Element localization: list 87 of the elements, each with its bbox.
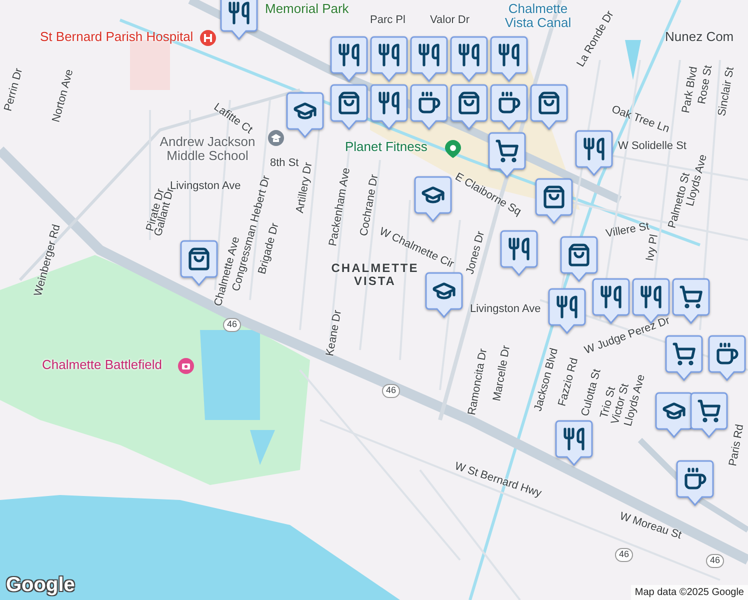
fork-knife-icon — [582, 137, 606, 161]
coffee-cup-icon — [715, 342, 739, 366]
school-icon — [268, 130, 284, 146]
pond — [250, 430, 275, 465]
street-label: Keane Dr — [324, 309, 344, 358]
restaurant-pin[interactable] — [548, 288, 586, 334]
shopping-cart-icon — [495, 139, 519, 163]
fork-knife-icon — [599, 285, 623, 309]
restaurant-pin[interactable] — [330, 36, 368, 82]
shopping-cart-icon — [672, 342, 696, 366]
restaurant-pin[interactable] — [500, 230, 538, 276]
school-pin[interactable] — [286, 92, 324, 138]
cup-pin[interactable] — [676, 460, 714, 506]
street-label: Oak Tree Ln — [610, 103, 671, 136]
street-label: Livingston Ave — [470, 303, 541, 316]
bag-pin[interactable] — [330, 84, 368, 130]
street-label: Sinclair St — [716, 66, 737, 118]
shopping-bag-icon — [567, 243, 591, 267]
place-label: CHALMETTE VISTA — [330, 262, 420, 288]
shopping-bag-icon — [187, 247, 211, 271]
shopping-bag-icon — [537, 91, 561, 115]
bag-pin[interactable] — [535, 178, 573, 224]
fork-knife-icon — [457, 43, 481, 67]
shopping-bag-icon — [337, 91, 361, 115]
fork-knife-icon — [337, 43, 361, 67]
fork-knife-icon — [377, 43, 401, 67]
fork-knife-icon — [417, 43, 441, 67]
shopping-bag-icon — [457, 91, 481, 115]
street-label: Norton Ave — [50, 68, 76, 124]
school-pin[interactable] — [655, 392, 693, 438]
street-label: W Solidelle St — [618, 140, 686, 152]
street-label: Packenham Ave — [327, 166, 353, 248]
bag-pin[interactable] — [560, 236, 598, 282]
camera-icon — [178, 358, 194, 374]
street-label: Brigade Dr — [256, 222, 282, 276]
place-label: Chalmette Battlefield — [42, 358, 162, 372]
restaurant-pin[interactable] — [575, 130, 613, 176]
restaurant-pin[interactable] — [220, 0, 258, 40]
street-label: Parc Pl — [370, 14, 406, 26]
cart-pin[interactable] — [672, 278, 710, 324]
street-label: Cochrane Dr — [358, 174, 381, 238]
street-label: Valor Dr — [430, 14, 470, 26]
bag-pin[interactable] — [530, 84, 568, 130]
school-pin[interactable] — [425, 272, 463, 318]
shopping-cart-icon — [697, 399, 721, 423]
place-label: St Bernard Parish Hospital — [40, 30, 194, 44]
street-label: W Moreau St — [618, 510, 683, 542]
coffee-cup-icon — [417, 91, 441, 115]
cart-pin[interactable] — [690, 392, 728, 438]
street-label: Jones Dr — [464, 230, 488, 276]
route-shield: 46 — [615, 548, 634, 562]
place-label: Nunez Com — [665, 30, 734, 44]
route-shield: 46 — [382, 384, 400, 398]
map-logo: Google — [6, 574, 75, 597]
street-label: 8th St — [270, 157, 299, 170]
street-label: Rose St — [696, 64, 715, 106]
fork-knife-icon — [562, 427, 586, 451]
restaurant-pin[interactable] — [592, 278, 630, 324]
route-shield: 46 — [706, 554, 724, 568]
fork-knife-icon — [497, 43, 521, 67]
school-pin[interactable] — [414, 176, 452, 222]
street-label: Perrin Dr — [2, 66, 26, 113]
restaurant-pin[interactable] — [555, 420, 593, 466]
fork-knife-icon — [377, 91, 401, 115]
cup-pin[interactable] — [708, 335, 746, 381]
street-label: Marcelle Dr — [491, 344, 513, 402]
fork-knife-icon — [227, 1, 251, 25]
fitness-marker-icon — [445, 140, 461, 158]
place-label: Andrew Jackson Middle School — [158, 135, 256, 164]
fork-knife-icon — [639, 285, 663, 309]
pond — [625, 40, 641, 80]
place-label: Chalmette Vista Canal — [504, 2, 572, 31]
place-label: Memorial Park — [265, 2, 349, 16]
place-label: Planet Fitness — [345, 140, 428, 154]
shopping-cart-icon — [679, 285, 703, 309]
fork-knife-icon — [555, 295, 579, 319]
coffee-cup-icon — [497, 91, 521, 115]
coffee-cup-icon — [683, 467, 707, 491]
cart-pin[interactable] — [665, 335, 703, 381]
street-label: Paris Rd — [727, 423, 746, 468]
hospital-icon — [200, 30, 216, 46]
map-attribution: Map data ©2025 Google — [630, 585, 748, 600]
fork-knife-icon — [507, 237, 531, 261]
shopping-bag-icon — [542, 185, 566, 209]
street-label: W Judge Perez Dr — [582, 314, 672, 357]
street-label: Fazzio Rd — [556, 356, 581, 408]
street-label: Ramoncita Dr — [466, 348, 490, 416]
